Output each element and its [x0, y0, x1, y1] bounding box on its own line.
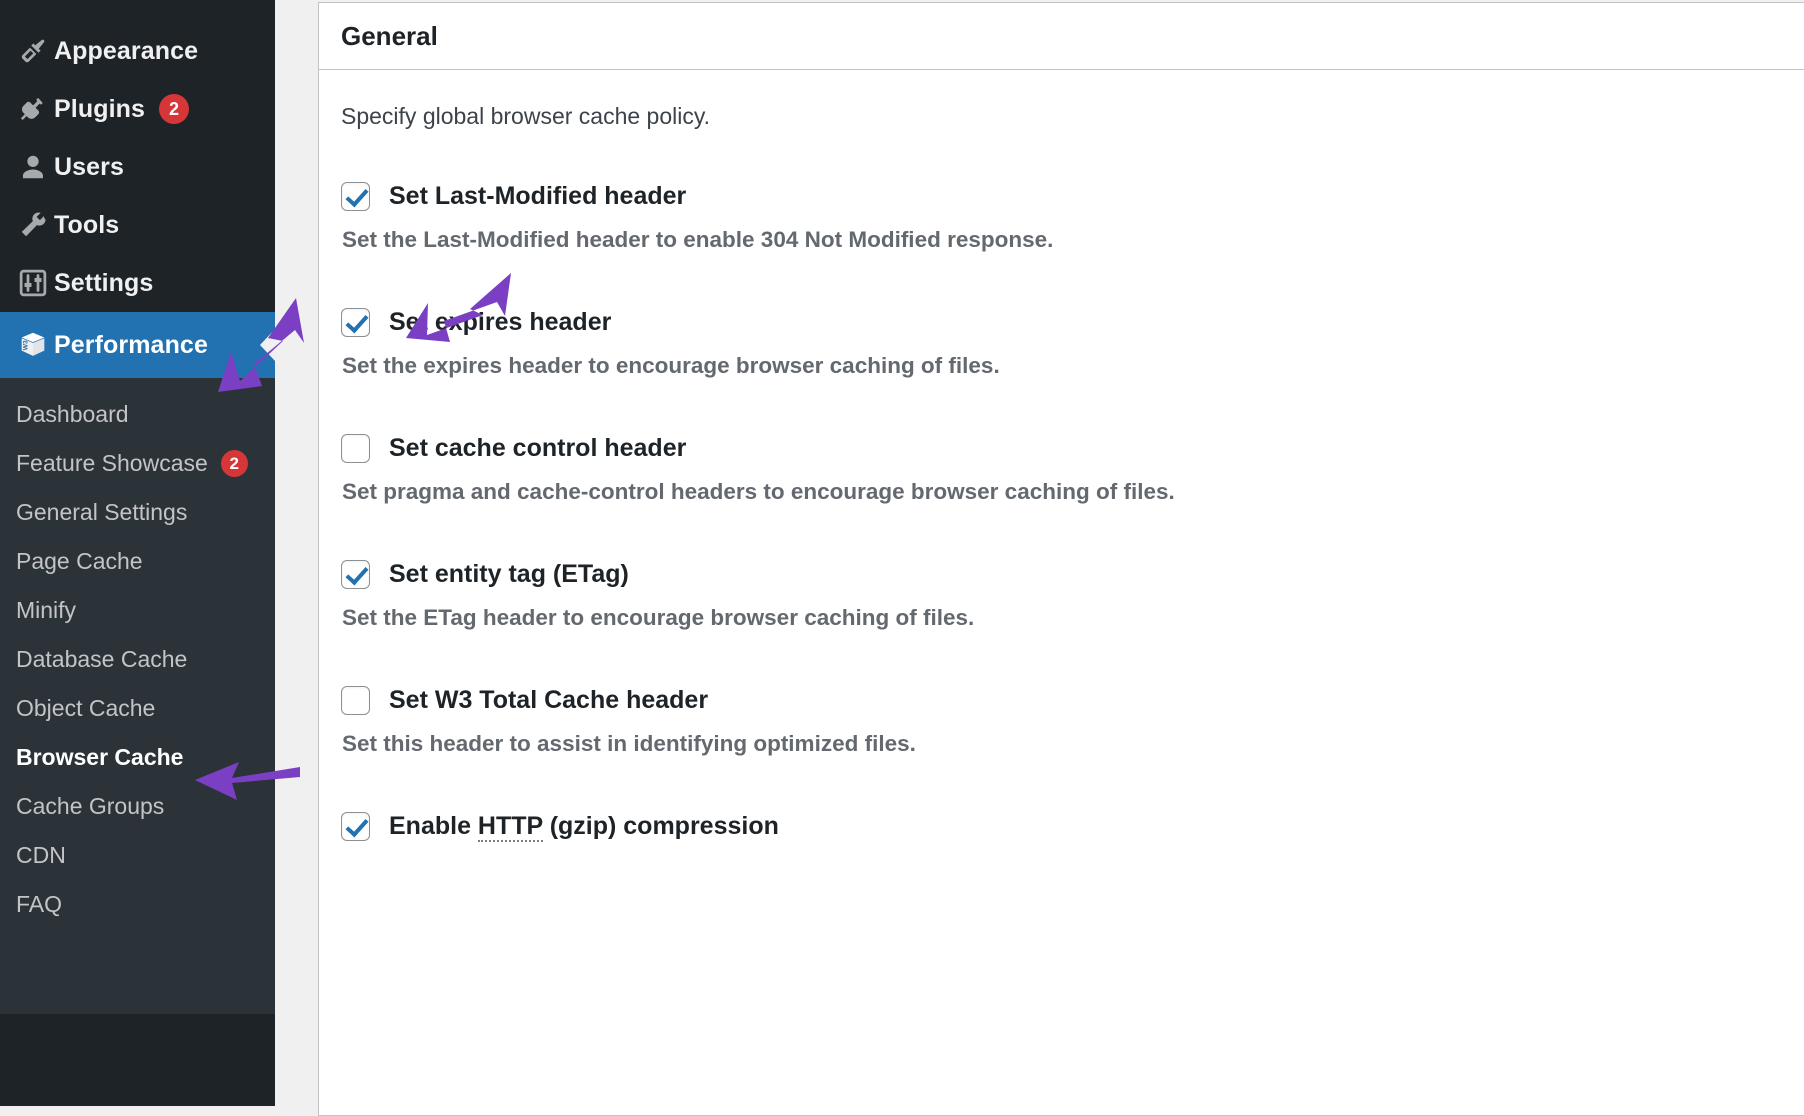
sidebar-subitem-label: Object Cache — [16, 695, 156, 721]
sidebar-submenu: Dashboard Feature Showcase 2 General Set… — [0, 378, 275, 1014]
sidebar-item-label: Appearance — [54, 36, 199, 65]
sidebar-item-tools[interactable]: Tools — [0, 196, 275, 254]
field-set-w3-total-cache-header: Set W3 Total Cache header Set this heade… — [341, 686, 1782, 757]
field-description: Set the ETag header to encourage browser… — [342, 605, 975, 630]
settings-panel: General Specify global browser cache pol… — [318, 2, 1804, 1116]
sidebar-subitem-browser-cache[interactable]: Browser Cache — [0, 733, 275, 782]
checkbox-set-w3-total-cache-header[interactable] — [341, 686, 370, 715]
sidebar-item-plugins[interactable]: Plugins 2 — [0, 80, 275, 138]
checkbox-set-cache-control-header[interactable] — [341, 434, 370, 463]
svg-text:W3: W3 — [23, 340, 30, 350]
main-content: General Specify global browser cache pol… — [275, 0, 1804, 1116]
user-icon — [12, 152, 54, 182]
active-menu-notch — [260, 328, 276, 362]
sidebar-subitem-faq[interactable]: FAQ — [0, 880, 275, 929]
panel-intro-text: Specify global browser cache policy. — [341, 103, 711, 129]
sidebar-subitem-label: Page Cache — [16, 548, 143, 574]
field-row[interactable]: Set expires header — [341, 308, 1782, 337]
panel-body: Specify global browser cache policy. Set… — [319, 70, 1804, 842]
sliders-icon — [12, 268, 54, 298]
checkbox-set-last-modified-header[interactable] — [341, 182, 370, 211]
sidebar-subitem-label: Minify — [16, 597, 77, 623]
field-row[interactable]: Enable HTTP (gzip) compression — [341, 812, 1782, 842]
field-description: Set pragma and cache-control headers to … — [342, 479, 1175, 504]
paintbrush-icon — [12, 36, 54, 66]
sidebar-subitem-object-cache[interactable]: Object Cache — [0, 684, 275, 733]
wrench-icon — [12, 210, 54, 240]
field-set-cache-control-header: Set cache control header Set pragma and … — [341, 434, 1782, 505]
sidebar-item-label: Performance — [54, 330, 208, 359]
sidebar-subitem-general-settings[interactable]: General Settings — [0, 488, 275, 537]
field-label: Set Last-Modified header — [389, 182, 687, 210]
sidebar-item-appearance[interactable]: Appearance — [0, 22, 275, 80]
http-abbr: HTTP — [477, 812, 543, 842]
field-enable-http-gzip-compression: Enable HTTP (gzip) compression — [341, 812, 1782, 842]
sidebar-subitem-label: General Settings — [16, 499, 188, 525]
sidebar-top-menu: Appearance Plugins 2 Users Tools Setting… — [0, 0, 275, 312]
sidebar-subitem-feature-showcase[interactable]: Feature Showcase 2 — [0, 439, 275, 488]
checkbox-set-expires-header[interactable] — [341, 308, 370, 337]
sidebar-item-performance[interactable]: W3 Performance — [0, 312, 276, 378]
sidebar-subitem-label: FAQ — [16, 891, 63, 917]
field-label: Set entity tag (ETag) — [389, 560, 629, 588]
sidebar-subitem-label: CDN — [16, 842, 66, 868]
sidebar-item-label: Users — [54, 152, 124, 181]
sidebar-item-label: Settings — [54, 268, 154, 297]
field-label: Set cache control header — [389, 434, 687, 462]
admin-sidebar: Appearance Plugins 2 Users Tools Setting… — [0, 0, 276, 1106]
sidebar-item-label: Tools — [54, 210, 120, 239]
status-badge: 2 — [158, 94, 189, 124]
panel-header: General — [319, 3, 1804, 70]
field-set-entity-tag-etag: Set entity tag (ETag) Set the ETag heade… — [341, 560, 1782, 631]
sidebar-subitem-cache-groups[interactable]: Cache Groups — [0, 782, 275, 831]
field-label-suffix: (gzip) compression — [542, 812, 779, 840]
field-set-last-modified-header: Set Last-Modified header Set the Last-Mo… — [341, 182, 1782, 253]
field-description: Set this header to assist in identifying… — [342, 731, 916, 756]
checkbox-enable-http-gzip-compression[interactable] — [341, 812, 370, 841]
sidebar-subitem-label: Dashboard — [16, 401, 129, 427]
sidebar-subitem-label: Database Cache — [16, 646, 188, 672]
sidebar-subitem-label: Cache Groups — [16, 793, 165, 819]
field-row[interactable]: Set cache control header — [341, 434, 1782, 463]
field-label-prefix: Enable — [389, 812, 478, 840]
field-row[interactable]: Set entity tag (ETag) — [341, 560, 1782, 589]
field-label: Set expires header — [389, 308, 612, 336]
plug-icon — [12, 94, 54, 124]
field-row[interactable]: Set W3 Total Cache header — [341, 686, 1782, 715]
field-label: Enable HTTP (gzip) compression — [389, 812, 779, 842]
status-badge: 2 — [220, 450, 248, 477]
sidebar-item-users[interactable]: Users — [0, 138, 275, 196]
field-row[interactable]: Set Last-Modified header — [341, 182, 1782, 211]
sidebar-subitem-minify[interactable]: Minify — [0, 586, 275, 635]
field-set-expires-header: Set expires header Set the expires heade… — [341, 308, 1782, 379]
sidebar-subitem-label: Browser Cache — [16, 744, 184, 770]
field-description: Set the expires header to encourage brow… — [342, 353, 1000, 378]
sidebar-subitem-label: Feature Showcase — [16, 450, 208, 476]
page-title: General — [341, 20, 438, 51]
sidebar-subitem-cdn[interactable]: CDN — [0, 831, 275, 880]
sidebar-subitem-page-cache[interactable]: Page Cache — [0, 537, 275, 586]
field-description: Set the Last-Modified header to enable 3… — [342, 227, 1054, 252]
sidebar-subitem-database-cache[interactable]: Database Cache — [0, 635, 275, 684]
sidebar-subitem-dashboard[interactable]: Dashboard — [0, 390, 275, 439]
sidebar-item-settings[interactable]: Settings — [0, 254, 275, 312]
field-label: Set W3 Total Cache header — [389, 686, 709, 714]
checkbox-set-entity-tag-etag[interactable] — [341, 560, 370, 589]
sidebar-item-label: Plugins — [54, 94, 145, 123]
w3-total-cache-cube-icon: W3 — [12, 328, 54, 362]
